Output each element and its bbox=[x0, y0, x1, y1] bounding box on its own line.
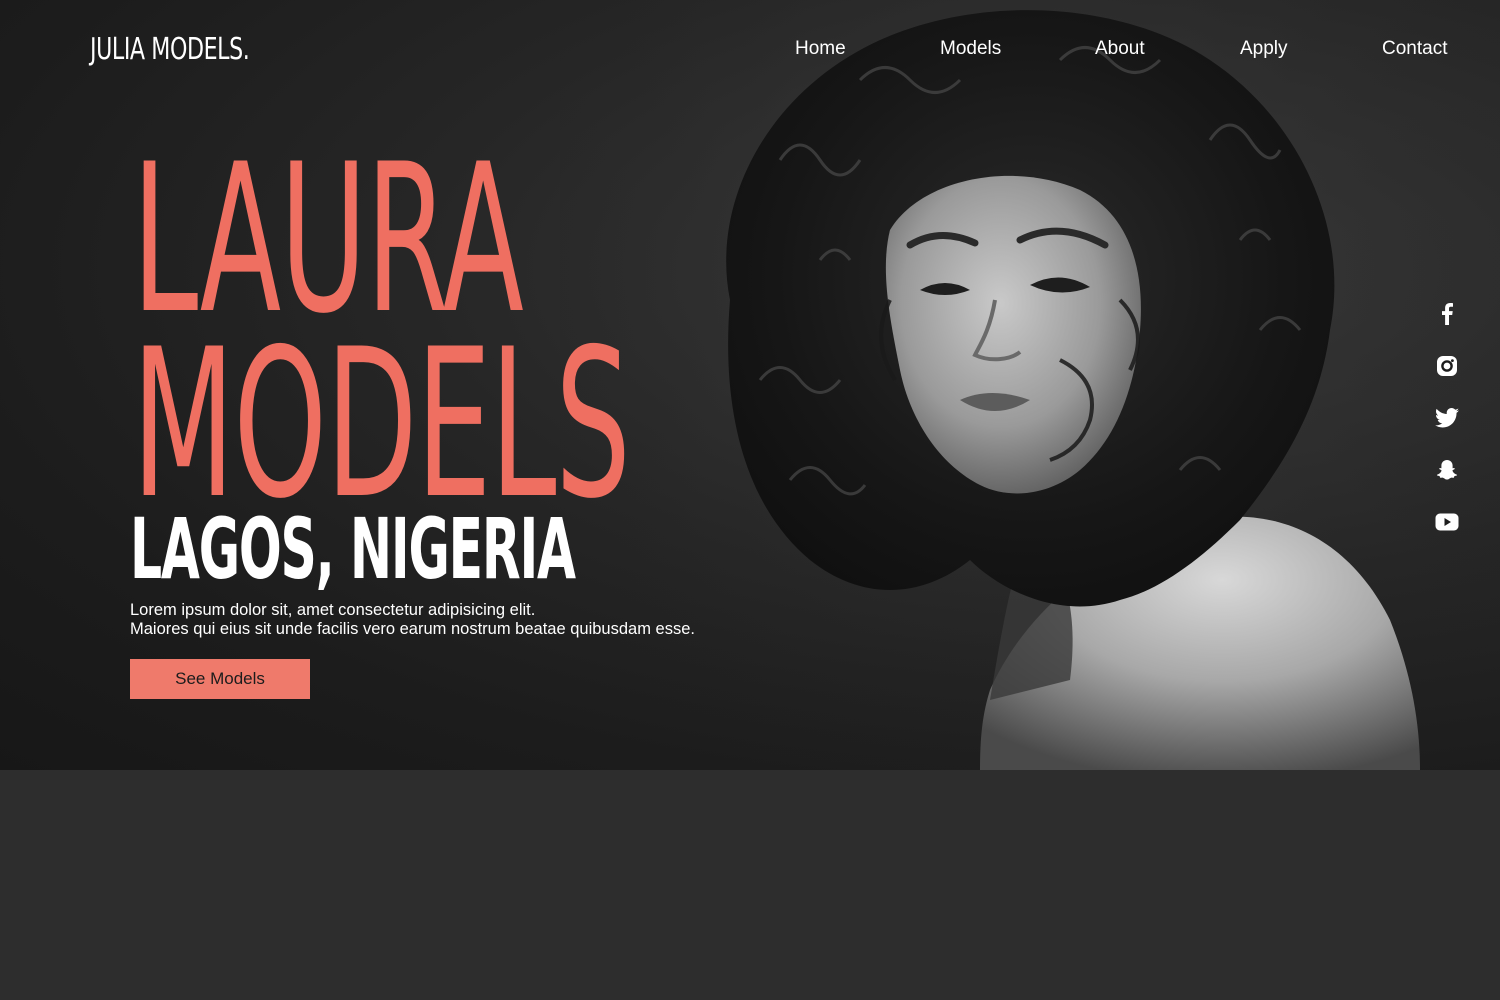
hero-description-line-1: Lorem ipsum dolor sit, amet consectetur … bbox=[130, 601, 536, 619]
snapchat-icon[interactable] bbox=[1431, 454, 1463, 486]
instagram-icon[interactable] bbox=[1431, 350, 1463, 382]
see-models-button[interactable]: See Models bbox=[130, 659, 310, 699]
hero-location: LAGOS, NIGERIA bbox=[130, 500, 576, 598]
hero-title: LAURA MODELS bbox=[132, 121, 631, 544]
hero-section: JULIA MODELS. Home Models About Apply Co… bbox=[0, 0, 1500, 770]
hero-description: Lorem ipsum dolor sit, amet consectetur … bbox=[130, 601, 695, 639]
lower-section bbox=[0, 770, 1500, 1000]
nav-models-link[interactable]: Models bbox=[940, 38, 1001, 60]
hero-portrait-image bbox=[560, 0, 1500, 770]
youtube-icon[interactable] bbox=[1431, 506, 1463, 538]
hero-title-line-2: MODELS bbox=[132, 305, 631, 544]
facebook-icon[interactable] bbox=[1431, 298, 1463, 330]
nav-about-link[interactable]: About bbox=[1095, 38, 1145, 60]
hero-description-line-2: Maiores qui eius sit unde facilis vero e… bbox=[130, 620, 695, 638]
nav-contact-link[interactable]: Contact bbox=[1382, 38, 1447, 60]
main-navigation: Home Models About Apply Contact bbox=[0, 38, 1500, 62]
nav-apply-link[interactable]: Apply bbox=[1240, 38, 1288, 60]
nav-home-link[interactable]: Home bbox=[795, 38, 846, 60]
hero-title-line-1: LAURA bbox=[132, 121, 524, 359]
twitter-icon[interactable] bbox=[1431, 402, 1463, 434]
